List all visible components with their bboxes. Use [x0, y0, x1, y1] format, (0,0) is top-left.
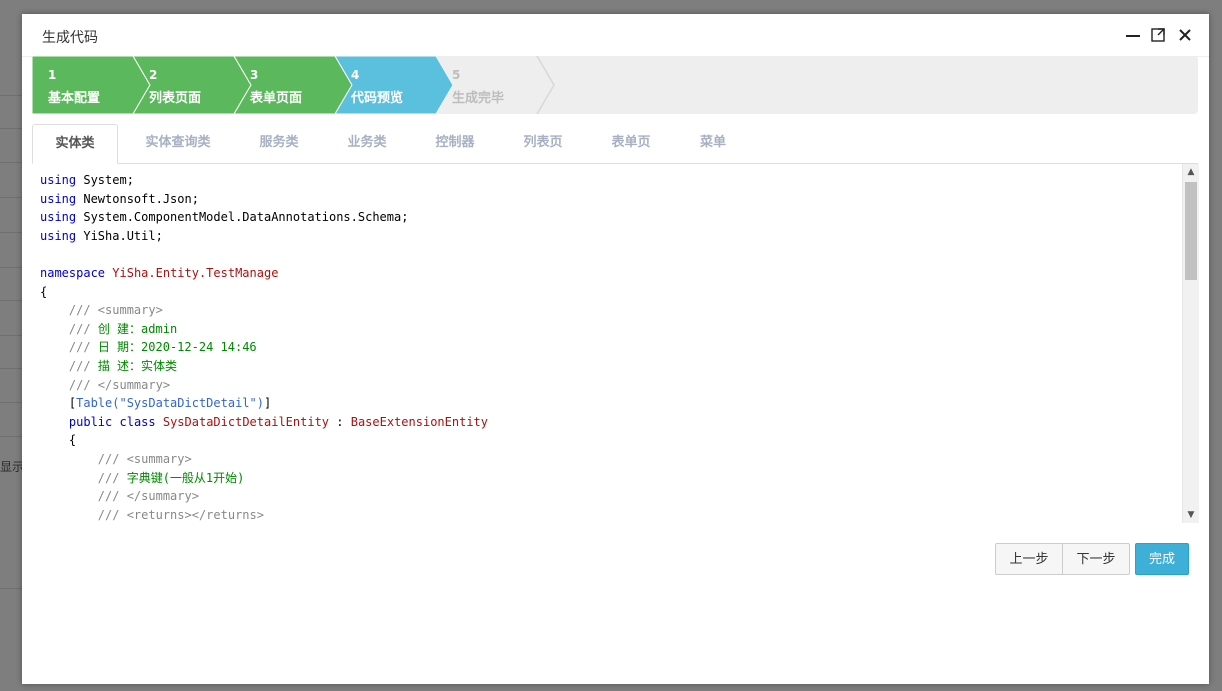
background-divider: [0, 232, 22, 233]
maximize-icon[interactable]: [1150, 26, 1168, 44]
tab-entity[interactable]: 实体类: [32, 124, 118, 164]
tab-menu[interactable]: 菜单: [684, 124, 742, 162]
background-divider: [0, 197, 22, 198]
step-number: 2: [149, 68, 158, 82]
background-divider: [0, 300, 22, 301]
tab-form-page[interactable]: 表单页: [596, 124, 666, 162]
background-divider: [0, 588, 22, 589]
tab-entity-query[interactable]: 实体查询类: [132, 124, 224, 162]
background-divider: [0, 335, 22, 336]
wizard-step-1[interactable]: 1 基本配置: [32, 56, 132, 114]
step-label: 生成完毕: [452, 91, 505, 106]
step-label: 代码预览: [351, 91, 404, 106]
wizard-step-2[interactable]: 2 列表页面: [133, 56, 233, 114]
background-divider: [0, 95, 22, 96]
wizard-step-5[interactable]: 5 生成完毕: [436, 56, 536, 114]
tab-service[interactable]: 服务类: [244, 124, 314, 162]
background-divider: [0, 267, 22, 268]
dialog-header: 生成代码: [22, 14, 1209, 57]
close-icon[interactable]: [1176, 26, 1194, 44]
next-step-button[interactable]: 下一步: [1062, 543, 1130, 575]
scroll-up-icon[interactable]: ▲: [1183, 164, 1199, 180]
wizard-step-3[interactable]: 3 表单页面: [234, 56, 334, 114]
generate-code-dialog: 生成代码 1 基本配置 2 列表页面 3 表单页面 4 代码预览 5 生成完毕 …: [22, 14, 1209, 684]
background-divider: [0, 368, 22, 369]
code-scrollbar[interactable]: ▲ ▼: [1182, 164, 1199, 523]
step-number: 4: [351, 68, 360, 82]
wizard-step-4[interactable]: 4 代码预览: [335, 56, 435, 114]
step-number: 1: [48, 68, 57, 82]
code-tabs: 实体类 实体查询类 服务类 业务类 控制器 列表页 表单页 菜单: [32, 124, 1198, 164]
background-divider: [0, 128, 22, 129]
tab-business[interactable]: 业务类: [332, 124, 402, 162]
step-label: 基本配置: [48, 91, 101, 106]
finish-button[interactable]: 完成: [1135, 543, 1189, 575]
step-label: 表单页面: [250, 91, 303, 106]
wizard-steps: 1 基本配置 2 列表页面 3 表单页面 4 代码预览 5 生成完毕: [32, 56, 1198, 114]
code-content: using System; using Newtonsoft.Json; usi…: [40, 173, 488, 522]
background-divider: [0, 162, 22, 163]
dialog-title: 生成代码: [42, 30, 98, 46]
minimize-icon[interactable]: [1124, 26, 1142, 44]
step-number: 3: [250, 68, 259, 82]
step-label: 列表页面: [149, 91, 202, 106]
scrollbar-thumb[interactable]: [1185, 182, 1197, 280]
scroll-down-icon[interactable]: ▼: [1183, 507, 1199, 523]
background-divider: [0, 436, 22, 437]
step-number: 5: [452, 68, 461, 82]
background-partial-text: 显示: [0, 460, 25, 474]
background-divider: [0, 402, 22, 403]
code-preview[interactable]: using System; using Newtonsoft.Json; usi…: [32, 164, 1198, 523]
tab-controller[interactable]: 控制器: [420, 124, 490, 162]
tab-list-page[interactable]: 列表页: [508, 124, 578, 162]
prev-step-button[interactable]: 上一步: [995, 543, 1063, 575]
